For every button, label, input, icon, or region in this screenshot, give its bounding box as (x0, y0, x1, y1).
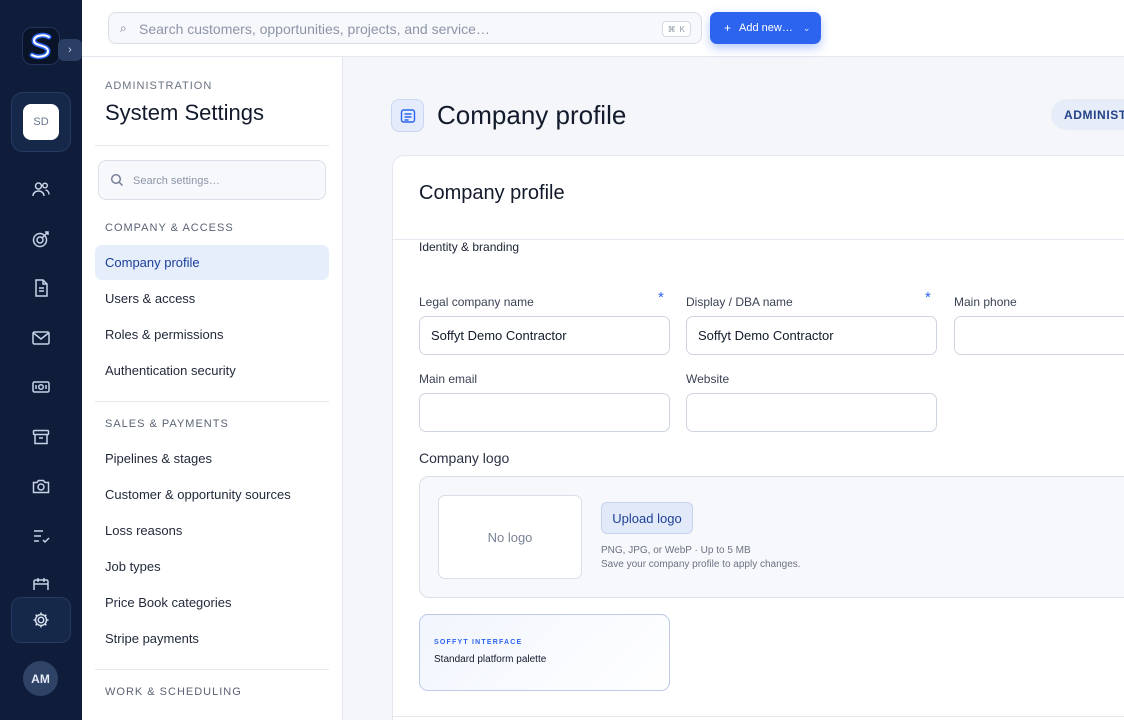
app-logo[interactable] (23, 28, 59, 64)
section-company-access: COMPANY & ACCESS (105, 222, 234, 234)
nav-item-pipelines-stages[interactable]: Pipelines & stages (95, 441, 329, 476)
shortcut-key: K (679, 24, 685, 34)
identity-branding-heading: Identity & branding (419, 240, 520, 254)
global-search-placeholder: Search customers, opportunities, project… (139, 21, 490, 37)
settings-sidebar: ADMINISTRATION System Settings Search se… (82, 57, 343, 720)
archive-icon[interactable] (27, 423, 55, 451)
global-search-input[interactable]: ⌕ Search customers, opportunities, proje… (108, 12, 702, 44)
nav-item-stripe-payments[interactable]: Stripe payments (95, 621, 329, 656)
palette-name: Standard platform palette (434, 654, 547, 665)
legal-name-input[interactable]: Soffyt Demo Contractor (419, 316, 670, 355)
settings-title: System Settings (105, 100, 264, 125)
palette-eyebrow: SOFFYT INTERFACE (434, 639, 523, 646)
divider (393, 716, 1124, 717)
nav-item-company-profile[interactable]: Company profile (95, 245, 329, 280)
nav-item-users-access[interactable]: Users & access (95, 281, 329, 316)
main-email-label: Main email (419, 372, 478, 386)
gear-icon (33, 612, 49, 628)
settings-search-input[interactable]: Search settings… (98, 160, 326, 200)
camera-icon[interactable] (27, 472, 55, 500)
settings-search-placeholder: Search settings… (133, 175, 220, 187)
card-title: Company profile (419, 182, 565, 204)
command-key-icon: ⌘ (667, 24, 676, 34)
brand-s-icon (29, 32, 52, 60)
website-input[interactable] (686, 393, 937, 432)
palette-option-standard[interactable]: SOFFYT INTERFACE Standard platform palet… (419, 614, 670, 691)
display-name-input[interactable]: Soffyt Demo Contractor (686, 316, 937, 355)
calendar-icon[interactable] (27, 572, 55, 590)
main-phone-input[interactable] (954, 316, 1124, 355)
search-icon: ⌕ (120, 21, 127, 35)
settings-eyebrow: ADMINISTRATION (105, 80, 213, 92)
section-work-scheduling: WORK & SCHEDULING (105, 686, 242, 698)
checklist-icon[interactable] (27, 522, 55, 550)
nav-item-loss-reasons[interactable]: Loss reasons (95, 513, 329, 548)
workspace-avatar: SD (23, 104, 59, 140)
divider (95, 145, 329, 146)
plus-icon: + (724, 21, 732, 35)
nav-item-roles-permissions[interactable]: Roles & permissions (95, 317, 329, 352)
add-new-button[interactable]: + Add new… ⌄ (710, 12, 821, 44)
company-profile-icon (391, 99, 424, 132)
website-label: Website (686, 372, 730, 386)
company-logo-panel: No logo Upload logo PNG, JPG, or WebP · … (419, 476, 1124, 598)
nav-item-customer-opportunity-sources[interactable]: Customer & opportunity sources (95, 477, 329, 512)
upload-logo-button[interactable]: Upload logo (601, 502, 693, 534)
company-profile-card: Company profile Identity & branding Lega… (392, 155, 1124, 720)
main-phone-label: Main phone (954, 295, 1017, 309)
logo-format-hint: PNG, JPG, or WebP · Up to 5 MB (601, 545, 751, 556)
chevron-right-icon: › (68, 44, 72, 56)
nav-item-job-types[interactable]: Job types (95, 549, 329, 584)
user-avatar[interactable]: AM (23, 661, 58, 696)
page-title: Company profile (437, 100, 627, 130)
search-shortcut-hint: ⌘ K (661, 21, 691, 37)
users-icon[interactable] (27, 175, 55, 203)
company-logo-heading: Company logo (419, 450, 510, 466)
logo-save-hint: Save your company profile to apply chang… (601, 559, 801, 570)
workspace-switcher[interactable]: SD (11, 92, 71, 152)
display-name-label: Display / DBA name (686, 295, 793, 309)
expand-rail-button[interactable]: › (58, 39, 82, 61)
nav-item-price-book-categories[interactable]: Price Book categories (95, 585, 329, 620)
add-new-label: Add new… (739, 22, 793, 34)
mail-icon[interactable] (27, 324, 55, 352)
divider (95, 401, 329, 402)
document-icon[interactable] (27, 274, 55, 302)
required-marker: * (658, 289, 664, 306)
logo-preview: No logo (438, 495, 582, 579)
administration-badge: ADMINISTRATION (1051, 99, 1124, 130)
divider (95, 669, 329, 670)
nav-item-authentication-security[interactable]: Authentication security (95, 353, 329, 388)
required-marker: * (925, 289, 931, 306)
legal-name-label: Legal company name (419, 295, 534, 309)
topbar: ⌕ Search customers, opportunities, proje… (82, 0, 1124, 57)
main-email-input[interactable] (419, 393, 670, 432)
settings-button[interactable] (11, 597, 71, 643)
money-icon[interactable] (27, 373, 55, 401)
target-icon[interactable] (27, 225, 55, 253)
section-sales-payments: SALES & PAYMENTS (105, 418, 229, 430)
chevron-down-icon: ⌄ (802, 22, 811, 33)
app-rail: › SD AM (0, 0, 82, 720)
search-icon (110, 173, 123, 186)
